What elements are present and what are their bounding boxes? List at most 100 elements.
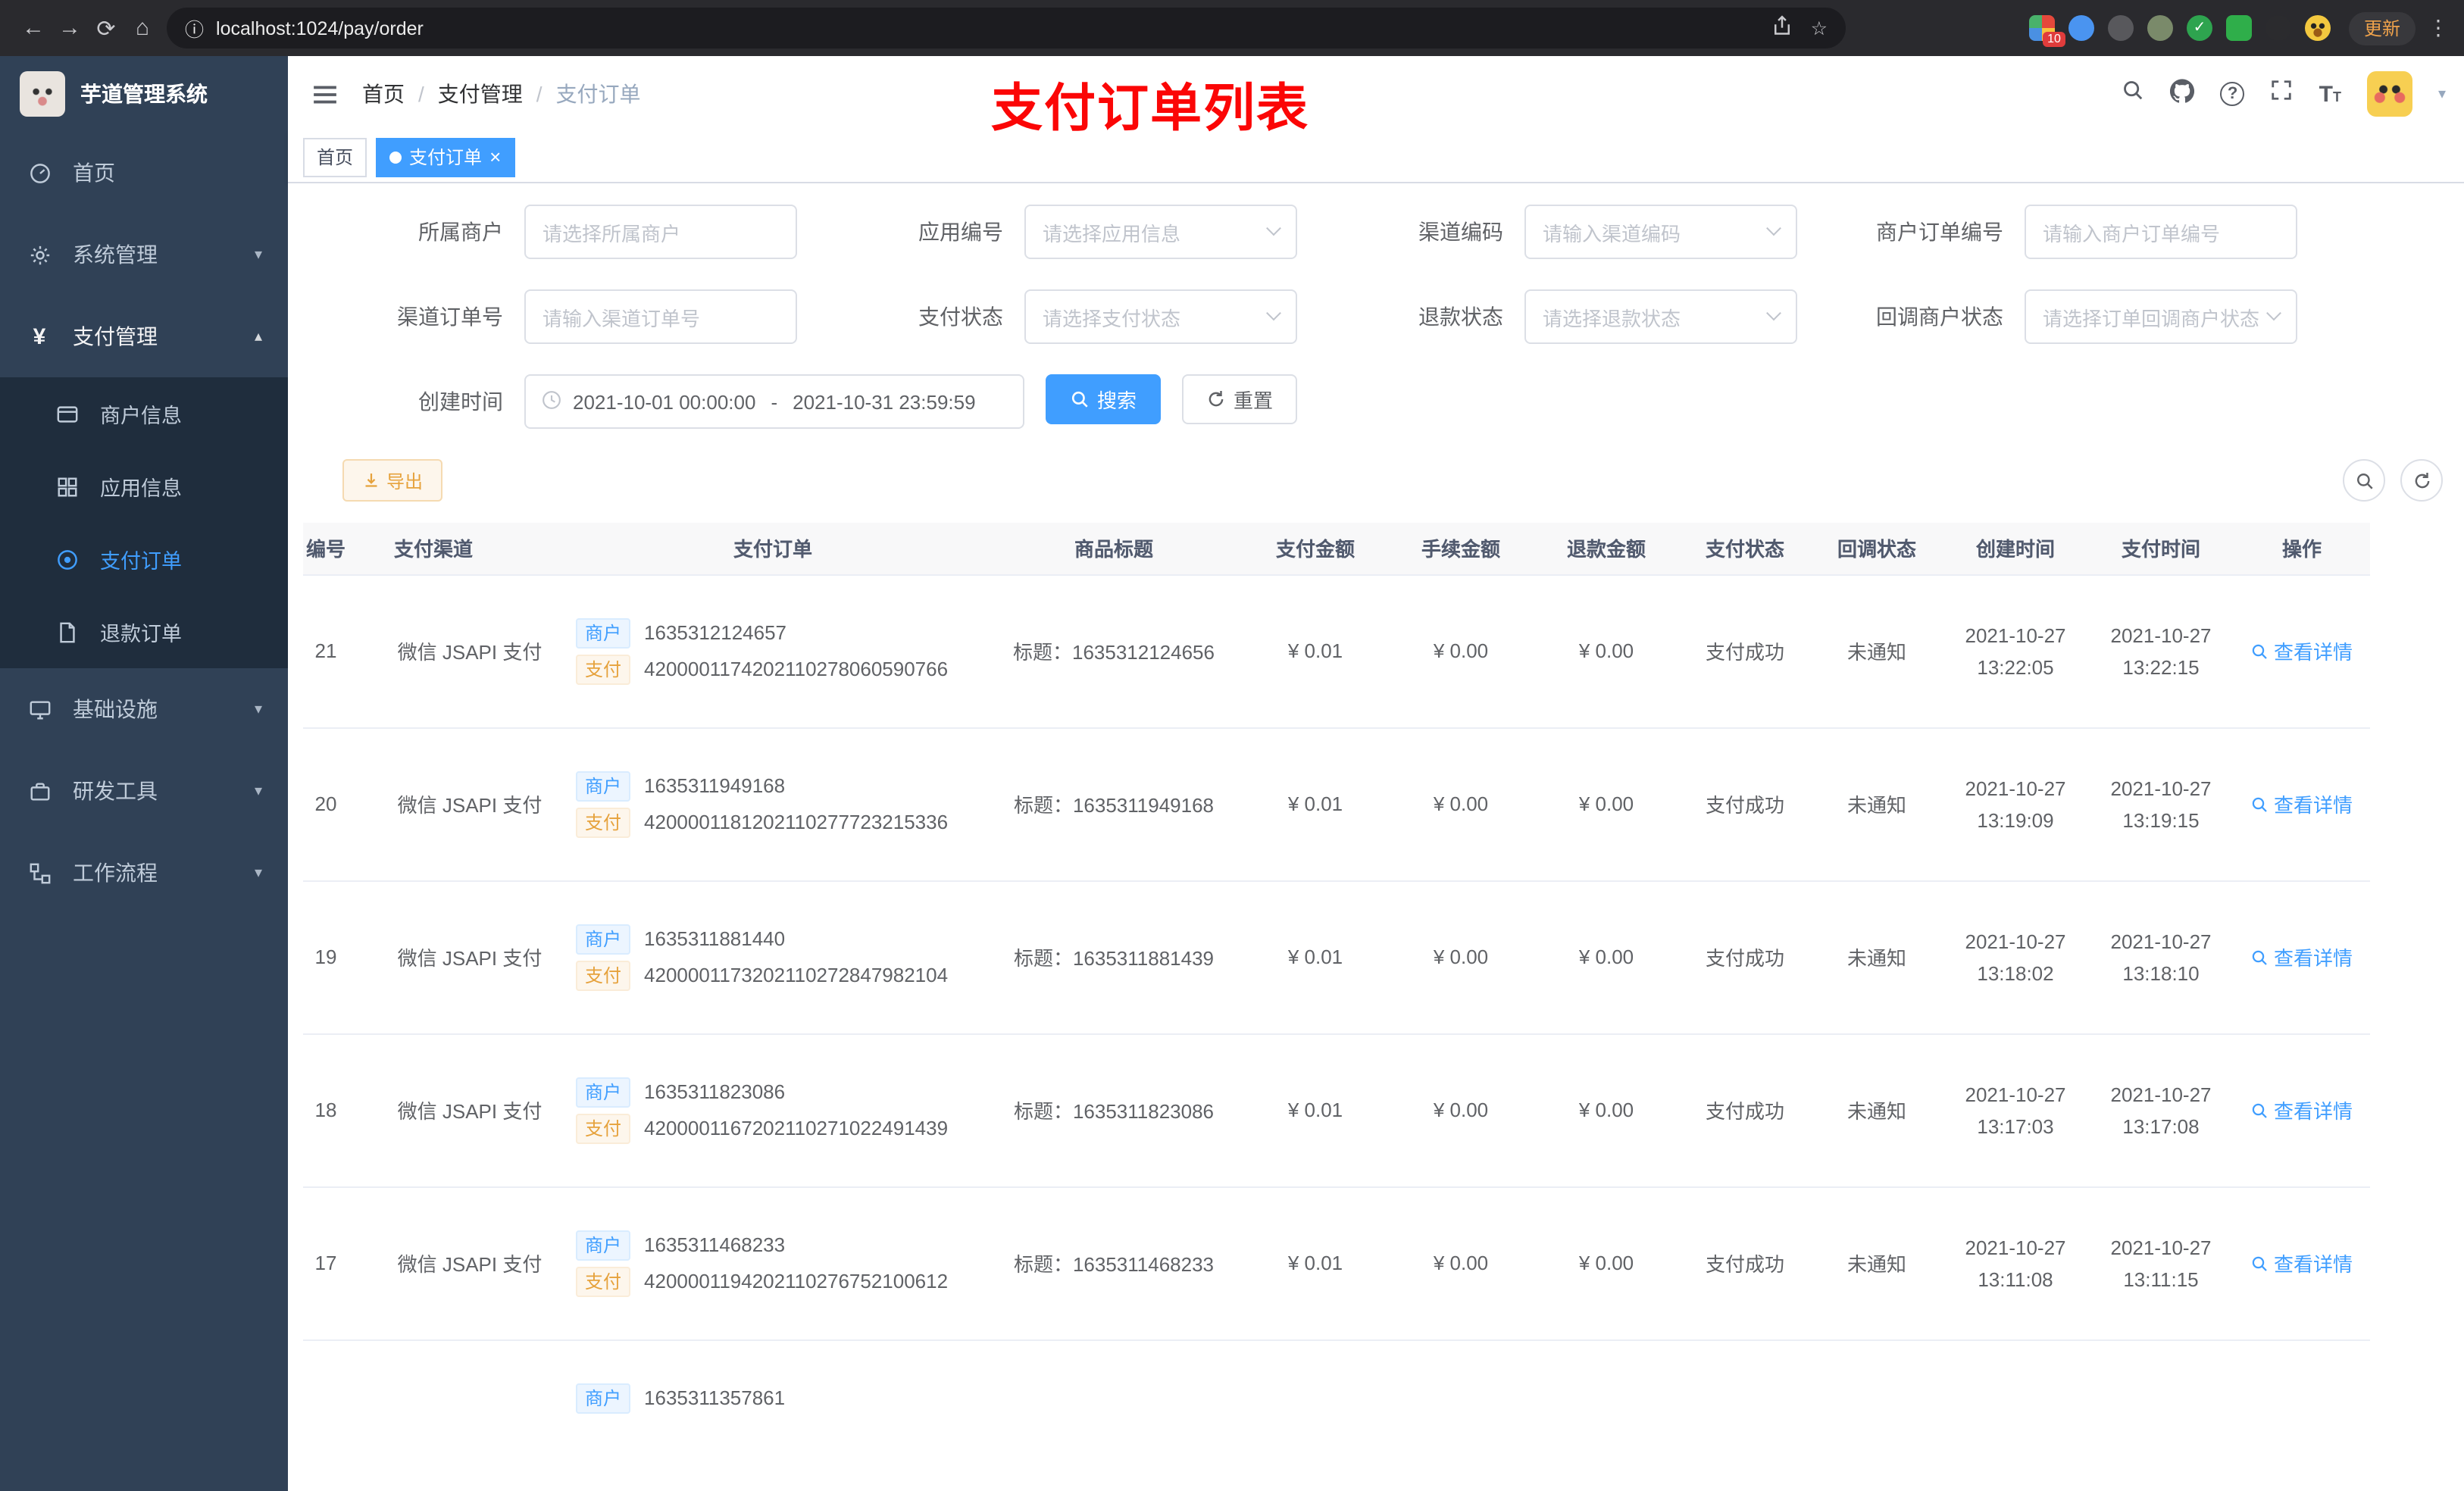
fullscreen-icon[interactable]	[2271, 79, 2294, 109]
create-time-range-picker[interactable]: 2021-10-01 00:00:00 - 2021-10-31 23:59:5…	[524, 374, 1024, 429]
sidebar-item-app-info[interactable]: 应用信息	[0, 450, 288, 523]
view-detail-link[interactable]: 查看详情	[2251, 1249, 2353, 1277]
actions-cell: 查看详情	[2234, 727, 2370, 881]
sidebar-item-system[interactable]: 系统管理 ▾	[0, 214, 288, 295]
tab-pay-order[interactable]: 支付订单 ×	[376, 137, 515, 177]
bookmark-star-icon[interactable]: ☆	[1811, 17, 1828, 39]
column-header: 创建时间	[1943, 523, 2088, 575]
export-button[interactable]: 导出	[342, 459, 443, 502]
sidebar-item-label: 退款订单	[100, 623, 182, 645]
hamburger-icon[interactable]	[300, 81, 350, 107]
column-header: 手续金额	[1388, 523, 1534, 575]
sidebar-item-home[interactable]: 首页	[0, 132, 288, 214]
extension-pin-icon[interactable]	[2068, 15, 2094, 41]
merchant-order-no: 1635312124657	[644, 621, 787, 644]
pay-amount-cell: ¥ 0.01	[1243, 727, 1388, 881]
app-logo[interactable]: 芋道管理系统	[0, 56, 288, 132]
actions-cell: 查看详情	[2234, 880, 2370, 1034]
breadcrumb-home[interactable]: 首页	[362, 79, 405, 109]
chevron-down-icon: ▾	[254, 783, 262, 799]
pay-order-cell: 商户 1635311823086 支付 42000011672021102710…	[561, 1033, 985, 1187]
extension-olive-icon[interactable]	[2147, 15, 2173, 41]
user-avatar[interactable]	[2366, 71, 2412, 117]
search-button[interactable]: 搜索	[1046, 374, 1162, 424]
sidebar-item-payment[interactable]: ¥ 支付管理 ▴	[0, 295, 288, 377]
sidebar-item-infrastructure[interactable]: 基础设施 ▾	[0, 668, 288, 750]
view-detail-link[interactable]: 查看详情	[2251, 1096, 2353, 1124]
refresh-table-button[interactable]	[2400, 459, 2443, 502]
view-detail-link[interactable]: 查看详情	[2251, 636, 2353, 665]
created-time-cell: 2021-10-27 13:18:02	[1943, 880, 2088, 1034]
merchant-select[interactable]: 请选择所属商户	[524, 205, 797, 259]
browser-back-icon[interactable]: ←	[15, 8, 52, 48]
search-icon[interactable]	[2122, 79, 2145, 109]
pay-tag: 支付	[576, 1113, 631, 1143]
refund-amount-cell: ¥ 0.00	[1534, 727, 1679, 881]
app-no-select[interactable]: 请选择应用信息	[1024, 205, 1297, 259]
notify-status-cell: 未通知	[1811, 880, 1943, 1034]
merchant-tag: 商户	[576, 924, 631, 954]
browser-home-icon[interactable]: ⌂	[124, 8, 161, 48]
github-icon[interactable]	[2170, 78, 2195, 110]
merchant-tag: 商户	[576, 1230, 631, 1260]
sidebar-item-pay-order[interactable]: 支付订单	[0, 523, 288, 595]
browser-forward-icon[interactable]: →	[52, 8, 88, 48]
extension-chat-icon[interactable]	[2225, 15, 2252, 41]
share-icon[interactable]	[1771, 15, 1793, 41]
pay-channel-cell: 微信 JSAPI 支付	[379, 574, 561, 728]
channel-order-no-input[interactable]: 请输入渠道订单号	[524, 289, 797, 344]
pay-channel-cell: 微信 JSAPI 支付	[379, 1186, 561, 1340]
close-icon[interactable]: ×	[489, 147, 501, 167]
extension-check-icon[interactable]: ✓	[2186, 15, 2212, 41]
view-detail-link[interactable]: 查看详情	[2251, 942, 2353, 971]
sidebar-item-dev-tools[interactable]: 研发工具 ▾	[0, 750, 288, 832]
extension-puzzle-icon[interactable]	[2265, 15, 2291, 41]
show-search-toggle-button[interactable]	[2343, 459, 2385, 502]
column-header: 操作	[2234, 523, 2370, 575]
sidebar-item-refund-order[interactable]: 退款订单	[0, 595, 288, 668]
extension-emoji-icon[interactable]	[2304, 15, 2331, 41]
font-size-icon[interactable]: TT	[2319, 83, 2341, 105]
extension-grid-icon[interactable]: 10	[2028, 15, 2065, 47]
table-row: 18 微信 JSAPI 支付 商户 1635311823086 支付 42000…	[303, 1033, 2370, 1187]
tab-home[interactable]: 首页	[303, 137, 367, 177]
channel-code-select[interactable]: 请输入渠道编码	[1524, 205, 1797, 259]
yen-icon: ¥	[33, 324, 46, 349]
sidebar-item-workflow[interactable]: 工作流程 ▾	[0, 832, 288, 914]
breadcrumb: 首页 / 支付管理 / 支付订单	[362, 79, 641, 109]
merchant-order-no: 1635311468233	[644, 1233, 786, 1256]
extension-dark-icon[interactable]	[2107, 15, 2134, 41]
help-icon[interactable]: ?	[2220, 82, 2245, 106]
breadcrumb-payment[interactable]: 支付管理	[438, 79, 523, 109]
reset-button[interactable]: 重置	[1182, 374, 1298, 424]
pay-order-cell: 商户 1635311881440 支付 42000011732021102728…	[561, 880, 985, 1034]
sidebar-item-label: 支付管理	[73, 324, 158, 349]
tab-label: 支付订单	[409, 147, 483, 168]
browser-update-button[interactable]: 更新	[2348, 11, 2416, 45]
avatar-dropdown-caret[interactable]: ▾	[2438, 86, 2446, 102]
pay-status-select[interactable]: 请选择支付状态	[1024, 289, 1297, 344]
active-tab-dot	[389, 151, 402, 163]
filter-label: 所属商户	[418, 220, 503, 244]
date-start: 2021-10-01 00:00:00	[573, 390, 756, 413]
browser-menu-icon[interactable]: ⋮	[2428, 15, 2449, 41]
pay-tag: 支付	[576, 960, 631, 990]
export-button-label: 导出	[386, 470, 424, 492]
merchant-order-no-input[interactable]: 请输入商户订单编号	[2025, 205, 2297, 259]
browser-reload-icon[interactable]: ⟳	[88, 8, 124, 48]
table-row: 19 微信 JSAPI 支付 商户 1635311881440 支付 42000…	[303, 880, 2370, 1034]
chevron-down-icon	[1266, 305, 1281, 320]
annotation-title: 支付订单列表	[991, 80, 1309, 138]
notify-status-select[interactable]: 请选择订单回调商户状态	[2025, 289, 2297, 344]
app-title: 芋道管理系统	[80, 82, 208, 106]
filter-label: 创建时间	[418, 389, 503, 414]
address-bar[interactable]: ⓘ localhost:1024/pay/order ☆	[167, 8, 1846, 48]
fee-amount-cell: ¥ 0.00	[1388, 1033, 1534, 1187]
refund-status-select[interactable]: 请选择退款状态	[1524, 289, 1797, 344]
toolbox-icon	[26, 780, 53, 802]
sidebar-item-merchant-info[interactable]: 商户信息	[0, 377, 288, 450]
site-info-icon[interactable]: ⓘ	[185, 14, 204, 42]
search-button-label: 搜索	[1097, 389, 1137, 412]
filter-label: 商户订单编号	[1876, 220, 2003, 244]
view-detail-link[interactable]: 查看详情	[2251, 789, 2353, 818]
